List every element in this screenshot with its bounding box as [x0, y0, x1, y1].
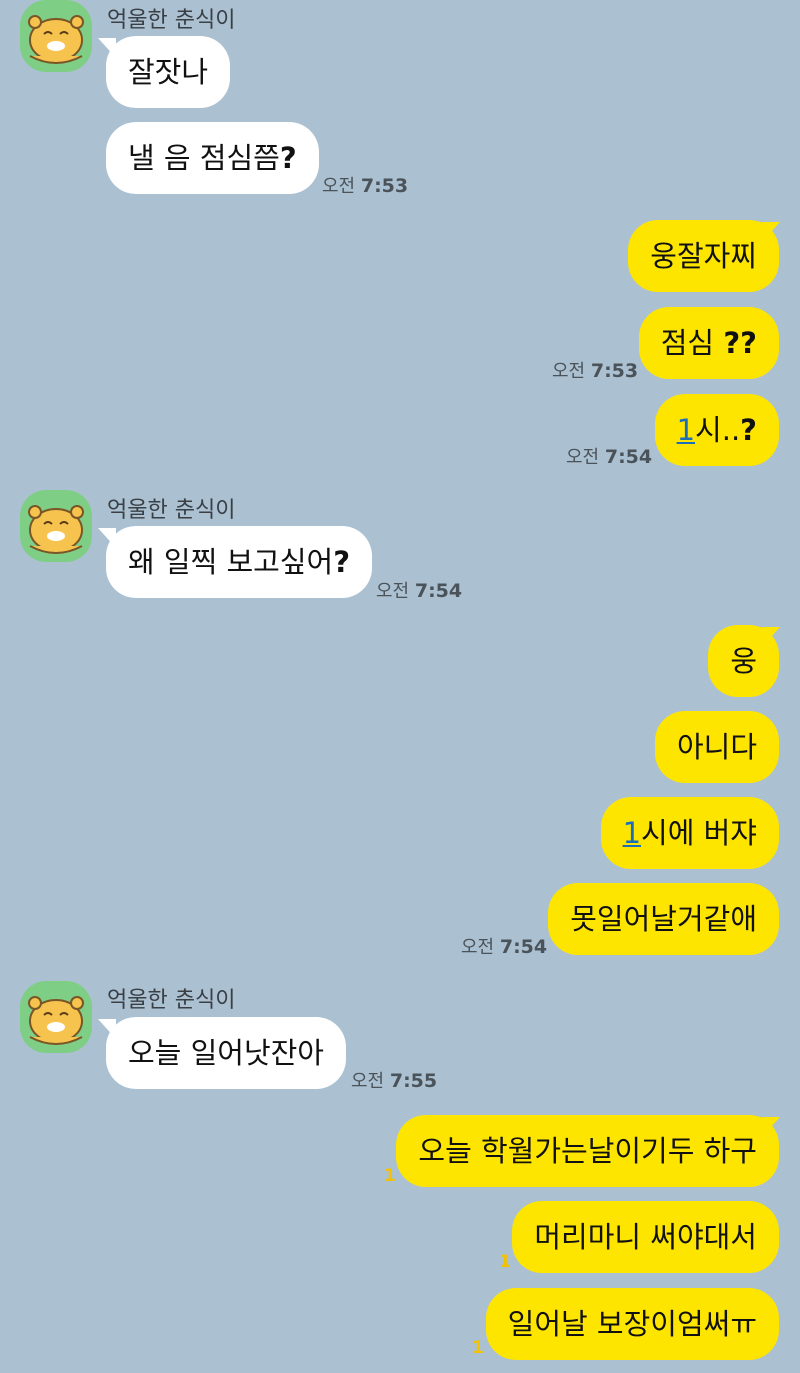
message-text: 시.. — [695, 413, 741, 447]
outgoing-message[interactable]: 일어날 보장이엄써ㅠ — [485, 1288, 779, 1360]
sender-avatar[interactable] — [20, 981, 92, 1053]
message-text: 아니다 — [676, 730, 757, 764]
message-timestamp: 오전 7:54 — [566, 443, 652, 469]
incoming-message[interactable]: 왜 일찍 보고싶어? — [106, 526, 373, 598]
message-text: 잘잣나 — [128, 55, 209, 89]
number-link[interactable]: 1 — [623, 816, 641, 850]
chunsik-avatar-icon — [28, 15, 84, 64]
message-text: 머리마니 써야대서 — [534, 1220, 757, 1254]
sender-avatar[interactable] — [20, 490, 92, 562]
timestamp-ampm: 오전 — [461, 937, 495, 958]
message-timestamp: 오전 7:55 — [351, 1067, 437, 1093]
incoming-message[interactable]: 잘잣나 — [106, 36, 231, 108]
number-link[interactable]: 1 — [677, 413, 695, 447]
sender-avatar[interactable] — [20, 0, 92, 72]
chunsik-avatar-icon — [28, 505, 84, 554]
timestamp-time: 7:53 — [590, 360, 639, 382]
message-punctuation: ? — [333, 545, 351, 579]
outgoing-message[interactable]: 웅 — [708, 625, 779, 697]
outgoing-message[interactable]: 점심 ?? — [638, 307, 779, 379]
timestamp-time: 7:54 — [499, 936, 548, 958]
outgoing-message[interactable]: 웅잘자찌 — [628, 220, 779, 292]
timestamp-time: 7:54 — [604, 446, 653, 468]
timestamp-time: 7:54 — [414, 580, 463, 602]
timestamp-ampm: 오전 — [552, 361, 586, 382]
message-timestamp: 오전 7:54 — [376, 577, 462, 603]
message-timestamp: 오전 7:53 — [552, 357, 638, 383]
message-text: 웅 — [730, 644, 757, 678]
message-timestamp: 오전 7:54 — [461, 933, 547, 959]
message-text: 시에 버쟈 — [641, 816, 757, 850]
message-text: 일어날 보장이엄써ㅠ — [507, 1307, 757, 1341]
sender-name: 억울한 춘식이 — [107, 988, 236, 1013]
message-text: 오늘 일어낫잔아 — [128, 1036, 324, 1070]
outgoing-message[interactable]: 1시에 버쟈 — [600, 797, 779, 869]
timestamp-ampm: 오전 — [376, 581, 410, 602]
message-text: 웅잘자찌 — [650, 239, 757, 273]
sender-name: 억울한 춘식이 — [107, 498, 236, 523]
unread-count: 1 — [384, 1166, 396, 1186]
incoming-message[interactable]: 오늘 일어낫잔아 — [106, 1017, 346, 1089]
message-text: 못일어날거같애 — [570, 902, 757, 936]
message-punctuation: ? — [279, 141, 297, 175]
outgoing-message[interactable]: 못일어날거같애 — [548, 883, 779, 955]
timestamp-time: 7:55 — [389, 1070, 438, 1092]
message-text: 낼 음 점심쯤 — [128, 141, 280, 175]
message-punctuation: ?? — [723, 326, 757, 360]
message-text: 왜 일찍 보고싶어 — [128, 545, 334, 579]
message-punctuation: ? — [740, 413, 757, 447]
timestamp-ampm: 오전 — [322, 176, 356, 197]
sender-name: 억울한 춘식이 — [107, 8, 236, 33]
outgoing-message[interactable]: 아니다 — [654, 711, 779, 783]
chunsik-avatar-icon — [28, 996, 84, 1045]
timestamp-ampm: 오전 — [351, 1071, 385, 1092]
outgoing-message[interactable]: 오늘 학월가는날이기두 하구 — [396, 1115, 779, 1187]
unread-count: 1 — [499, 1252, 511, 1272]
message-text: 오늘 학월가는날이기두 하구 — [418, 1134, 757, 1168]
unread-count: 1 — [472, 1338, 484, 1358]
outgoing-message[interactable]: 1시..? — [654, 394, 779, 466]
timestamp-time: 7:53 — [360, 175, 409, 197]
timestamp-ampm: 오전 — [566, 447, 600, 468]
outgoing-message[interactable]: 머리마니 써야대서 — [512, 1201, 779, 1273]
incoming-message[interactable]: 낼 음 점심쯤? — [106, 122, 319, 194]
message-text: 점심 — [660, 326, 724, 360]
message-timestamp: 오전 7:53 — [322, 172, 408, 198]
